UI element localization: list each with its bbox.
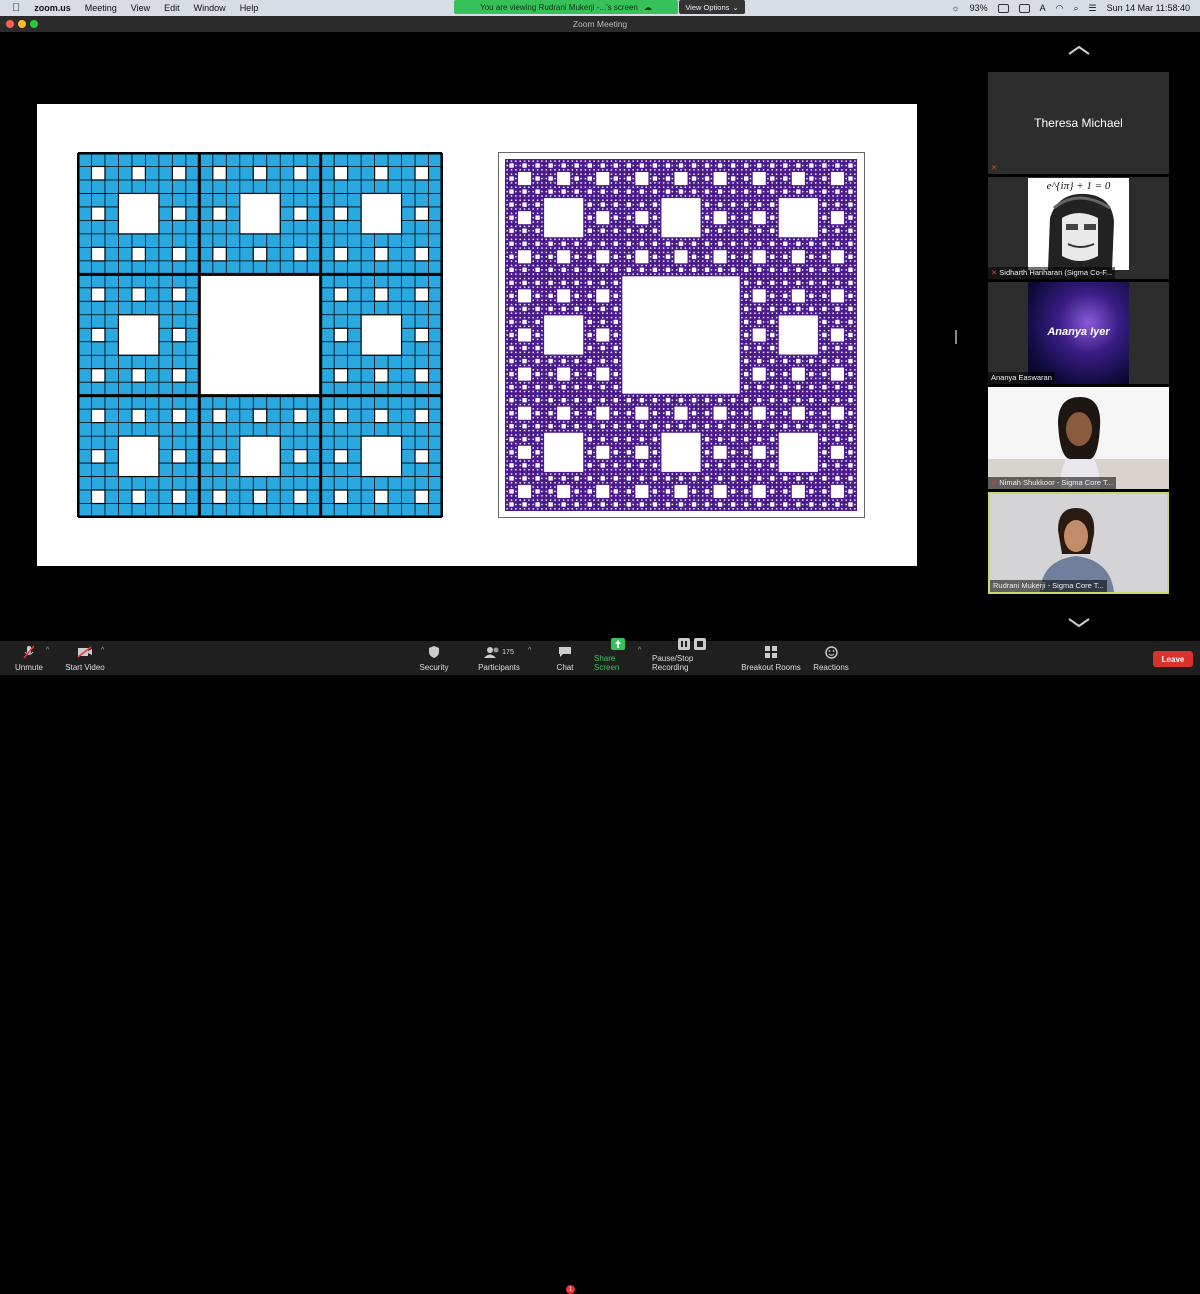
chevron-down-icon: ⌄ <box>732 2 739 12</box>
chat-button[interactable]: Chat <box>552 641 578 675</box>
chat-icon <box>557 645 573 659</box>
audio-options-chevron-icon[interactable]: ^ <box>46 647 49 654</box>
shield-icon <box>426 645 442 659</box>
mic-muted-icon <box>21 645 37 659</box>
avatar: e^{iπ} + 1 = 0 <box>1028 178 1129 270</box>
view-options-label: View Options <box>685 2 730 12</box>
share-screen-label: Share Screen <box>594 654 620 672</box>
start-video-label: Start Video <box>65 663 105 672</box>
share-options-chevron-icon[interactable]: ^ <box>638 647 641 654</box>
menu-window[interactable]: Window <box>194 3 226 13</box>
battery-icon[interactable] <box>997 3 1009 13</box>
shared-screen <box>0 69 953 605</box>
participants-button[interactable]: 175 Participants <box>476 641 522 675</box>
panel-resize-handle[interactable] <box>955 330 957 344</box>
mic-muted-icon: ✕ <box>991 163 998 172</box>
participant-name: Rudrani Mukerji - Sigma Core T... <box>993 581 1104 590</box>
menu-edit[interactable]: Edit <box>164 3 180 13</box>
security-label: Security <box>419 663 449 672</box>
participant-tile-ananya[interactable]: Ananya Iyer Ananya Easwaran <box>988 282 1169 384</box>
video-feed <box>988 387 1169 489</box>
banner-text: You are viewing Rudrani Mukerji -...'s s… <box>480 2 638 12</box>
participants-label: Participants <box>478 663 520 672</box>
breakout-rooms-icon <box>763 645 779 659</box>
breakout-rooms-button[interactable]: Breakout Rooms <box>740 641 802 675</box>
security-button[interactable]: Security <box>418 641 450 675</box>
minimize-window-button[interactable] <box>18 20 26 28</box>
sketch-portrait-icon <box>1048 193 1114 270</box>
share-screen-button[interactable]: Share Screen <box>594 638 642 675</box>
participant-tile-nimah[interactable]: ✕ Nimah Shukkoor - Sigma Core T... <box>988 387 1169 489</box>
chat-unread-badge: 1 <box>566 1285 575 1294</box>
smiley-icon <box>823 645 839 659</box>
battery-label: 93% <box>969 3 988 13</box>
participants-icon: 175 <box>481 645 517 659</box>
reactions-label: Reactions <box>813 663 849 672</box>
scroll-down-icon[interactable] <box>1066 617 1092 629</box>
app-menu[interactable]: zoom.us <box>34 3 71 13</box>
leave-button[interactable]: Leave <box>1153 651 1193 667</box>
window-title-bar: Zoom Meeting <box>0 16 1200 32</box>
participant-tile-sidharth[interactable]: e^{iπ} + 1 = 0 ✕ Sidharth Hariharan (Sigm… <box>988 177 1169 279</box>
screen-share-banner: You are viewing Rudrani Mukerji -...'s s… <box>454 0 678 14</box>
participants-options-chevron-icon[interactable]: ^ <box>528 647 531 654</box>
participant-name: Ananya Easwaran <box>991 373 1052 382</box>
clock[interactable]: Sun 14 Mar 11:58:40 <box>1107 3 1190 13</box>
view-options-button[interactable]: View Options ⌄ <box>679 0 745 14</box>
menu-help[interactable]: Help <box>240 3 259 13</box>
pause-stop-recording-icon <box>677 638 707 650</box>
chat-label: Chat <box>556 663 574 672</box>
close-window-button[interactable] <box>6 20 14 28</box>
scroll-up-icon[interactable] <box>1066 44 1092 56</box>
window-icon[interactable] <box>1018 3 1030 13</box>
mic-muted-icon: ✕ <box>991 478 998 487</box>
breakout-rooms-label: Breakout Rooms <box>741 663 801 672</box>
search-icon[interactable]: ⌕ <box>1073 3 1078 14</box>
galaxy-caption: Ananya Iyer <box>1047 326 1110 338</box>
unmute-label: Unmute <box>14 663 43 672</box>
participant-tile-theresa[interactable]: Theresa Michael ✕ <box>988 72 1169 174</box>
participant-name: Sidharth Hariharan (Sigma Co-F... <box>999 268 1113 277</box>
participant-tile-rudrani[interactable]: Rudrani Mukerji - Sigma Core T... <box>988 492 1169 594</box>
menu-view[interactable]: View <box>131 3 150 13</box>
participant-display-name: Theresa Michael <box>1034 116 1123 130</box>
record-button[interactable]: Pause/Stop Recording <box>652 638 732 675</box>
participant-name: Nimah Shukkoor - Sigma Core T... <box>999 478 1113 487</box>
brightness-icon[interactable]: ☼ <box>951 3 959 13</box>
text-input-icon[interactable]: A <box>1040 3 1046 13</box>
video-off-icon <box>77 645 93 659</box>
apple-icon[interactable]:  <box>12 2 20 14</box>
zoom-window-button[interactable] <box>30 20 38 28</box>
share-screen-icon <box>610 638 626 650</box>
shared-slide <box>37 104 917 566</box>
unmute-button[interactable]: Unmute <box>12 641 46 675</box>
control-center-icon[interactable]: ☰ <box>1089 3 1097 14</box>
menu-meeting[interactable]: Meeting <box>85 3 117 13</box>
sierpinski-carpet-left <box>77 152 443 518</box>
wifi-icon[interactable]: ◠ <box>1056 3 1064 14</box>
galaxy-background: Ananya Iyer <box>1028 282 1129 384</box>
mic-muted-icon: ✕ <box>991 268 998 277</box>
reactions-button[interactable]: Reactions <box>812 641 850 675</box>
shield-check-icon: ☁ <box>643 2 652 12</box>
record-label: Pause/Stop Recording <box>652 654 694 672</box>
participants-count: 175 <box>502 648 514 656</box>
sierpinski-carpet-right <box>498 152 865 518</box>
video-feed <box>990 494 1167 592</box>
meeting-toolbar: Unmute ^ Start Video ^ Security 175 Part… <box>0 638 1200 1294</box>
video-options-chevron-icon[interactable]: ^ <box>101 647 104 654</box>
window-title: Zoom Meeting <box>572 19 628 29</box>
